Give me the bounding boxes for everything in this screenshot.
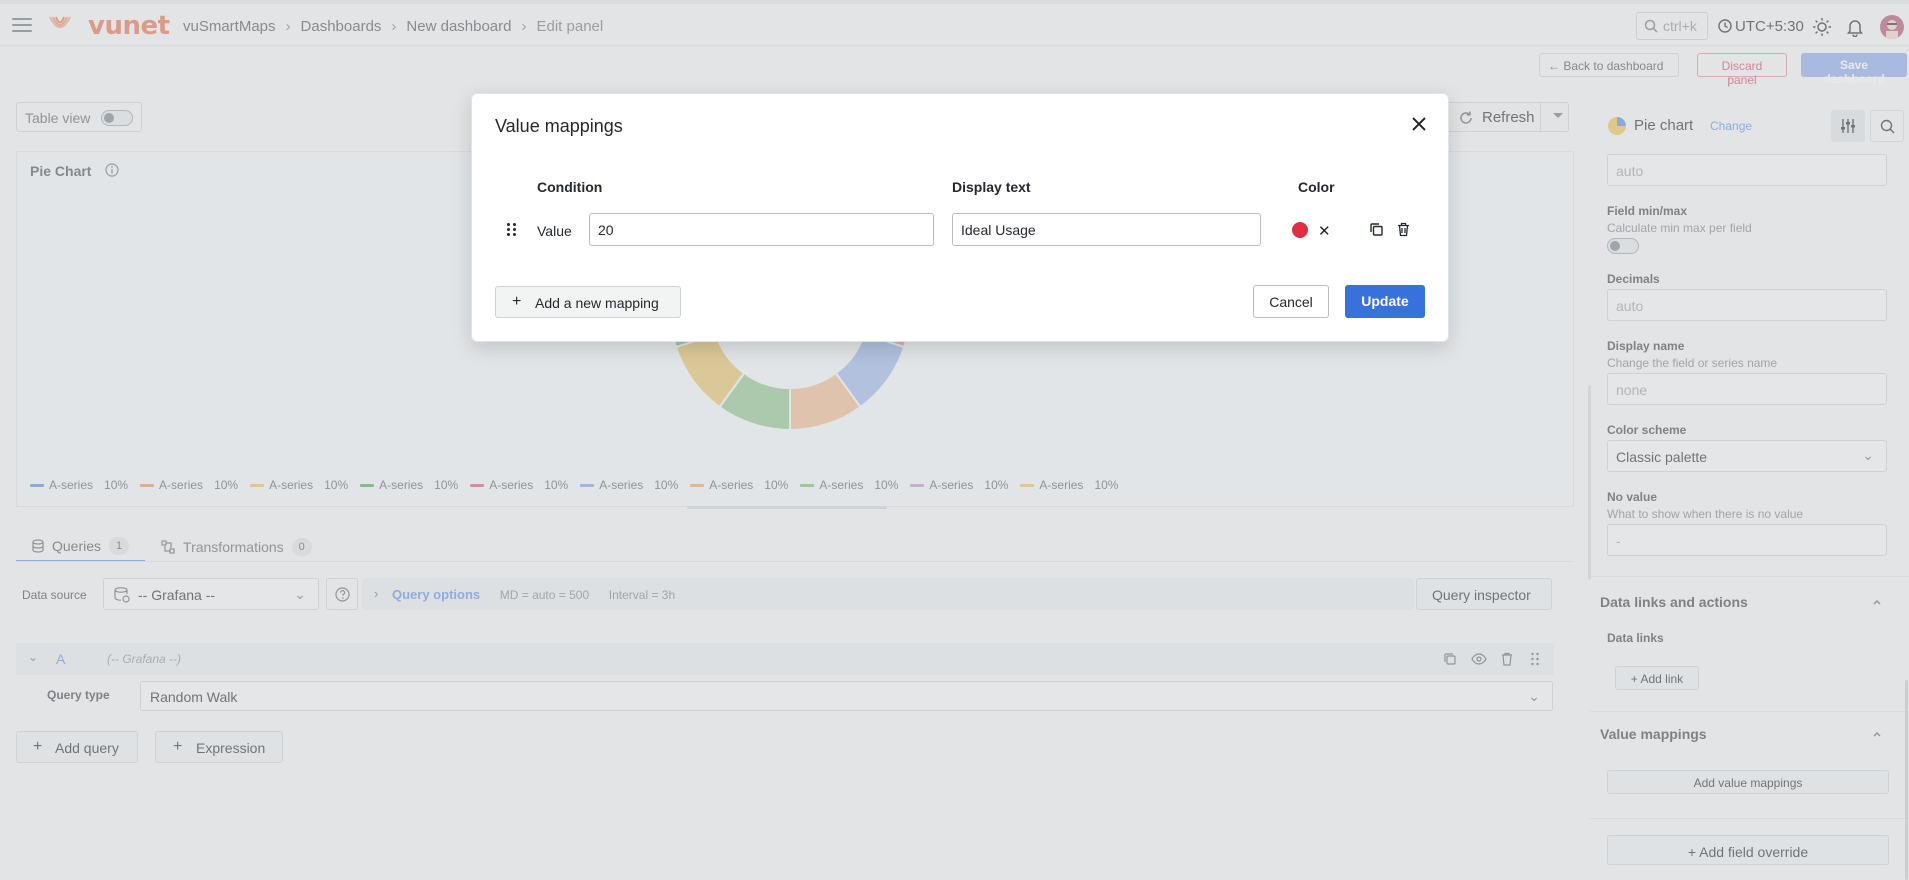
condition-type-label: Value bbox=[537, 223, 572, 239]
condition-value-input[interactable]: 20 bbox=[589, 213, 934, 246]
copy-icon[interactable] bbox=[1369, 222, 1384, 237]
color-swatch[interactable] bbox=[1292, 222, 1308, 238]
modal-title: Value mappings bbox=[495, 116, 623, 136]
display-text-value: Ideal Usage bbox=[961, 222, 1036, 238]
display-text-input[interactable]: Ideal Usage bbox=[952, 213, 1261, 246]
close-icon[interactable] bbox=[1410, 115, 1428, 133]
add-mapping-button[interactable]: + Add a new mapping bbox=[495, 286, 681, 318]
display-text-header: Display text bbox=[952, 179, 1031, 195]
update-button[interactable]: Update bbox=[1345, 285, 1425, 318]
trash-icon[interactable] bbox=[1396, 222, 1411, 237]
condition-header: Condition bbox=[537, 179, 603, 195]
clear-color-icon[interactable]: ✕ bbox=[1318, 222, 1331, 240]
drag-handle-icon[interactable] bbox=[507, 223, 517, 237]
cancel-button[interactable]: Cancel bbox=[1253, 285, 1329, 318]
add-mapping-label: Add a new mapping bbox=[535, 295, 659, 311]
value-mappings-modal: Value mappings Condition Display text Co… bbox=[471, 93, 1449, 342]
color-header: Color bbox=[1298, 179, 1335, 195]
condition-value: 20 bbox=[598, 222, 614, 238]
plus-icon: + bbox=[512, 293, 522, 310]
